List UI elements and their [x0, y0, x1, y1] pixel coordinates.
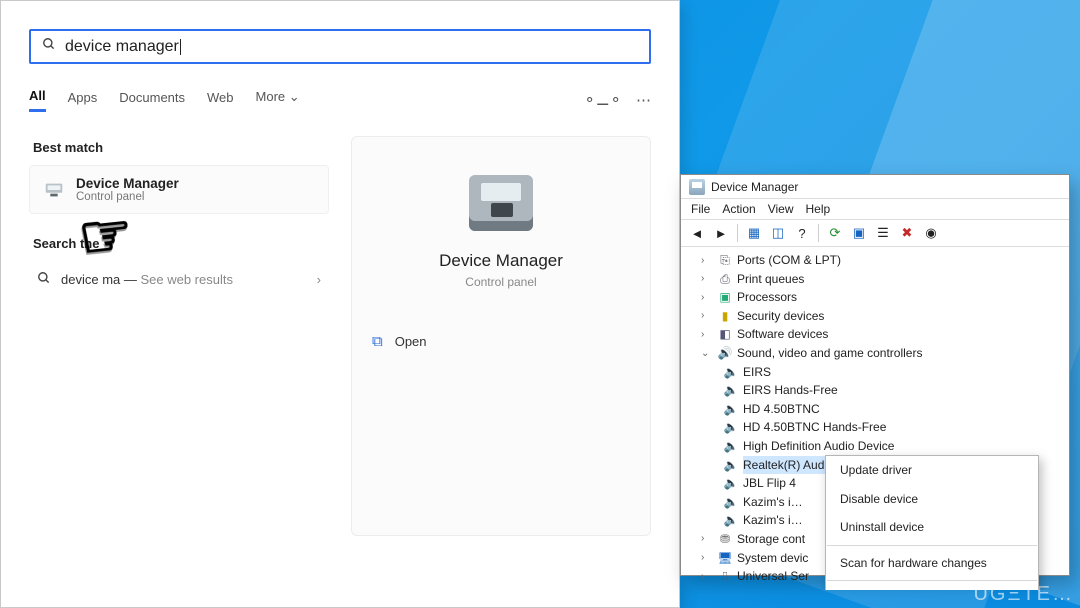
- speaker-icon: 🔈: [723, 514, 739, 528]
- search-icon: [41, 37, 57, 56]
- speaker-icon: 🔈: [723, 402, 739, 416]
- menu-bar: File Action View Help: [681, 199, 1069, 220]
- more-icon[interactable]: ⋯: [636, 91, 651, 109]
- search-tabs: All Apps Documents Web More ⌄ ⚬⚊⚬ ⋯: [29, 88, 651, 112]
- tree-category[interactable]: ›◧Software devices: [687, 325, 1067, 344]
- speaker-icon: 🔈: [723, 365, 739, 379]
- device-manager-window: Device Manager File Action View Help ◄ ►…: [680, 174, 1070, 576]
- properties-icon[interactable]: ◫: [768, 223, 788, 243]
- update-driver-icon[interactable]: ▣: [849, 223, 869, 243]
- tree-category-expanded[interactable]: ⌄🔊Sound, video and game controllers: [687, 344, 1067, 363]
- best-match-result[interactable]: Device Manager Control panel: [29, 165, 329, 214]
- back-icon[interactable]: ◄: [687, 223, 707, 243]
- uninstall-icon[interactable]: ✖: [897, 223, 917, 243]
- tab-apps[interactable]: Apps: [68, 90, 98, 111]
- speaker-icon: 🔈: [723, 458, 739, 472]
- ctx-disable-device[interactable]: Disable device: [826, 485, 1038, 514]
- security-icon: ▮: [717, 309, 733, 323]
- expand-icon[interactable]: ›: [701, 253, 713, 269]
- expand-icon[interactable]: ›: [701, 290, 713, 306]
- chevron-down-icon: ⌄: [289, 89, 300, 104]
- window-titlebar[interactable]: Device Manager: [681, 175, 1069, 199]
- list-icon[interactable]: ☰: [873, 223, 893, 243]
- tab-web[interactable]: Web: [207, 90, 234, 111]
- tree-device[interactable]: 🔈EIRS Hands-Free: [687, 381, 1067, 400]
- result-title: Device Manager: [76, 176, 179, 191]
- tree-device[interactable]: 🔈HD 4.50BTNC Hands-Free: [687, 418, 1067, 437]
- web-result-row[interactable]: device ma — See web results ›: [29, 265, 329, 294]
- search-box[interactable]: device manager: [29, 29, 651, 64]
- speaker-icon: 🔈: [723, 439, 739, 453]
- tab-more[interactable]: More ⌄: [256, 89, 300, 111]
- device-manager-large-icon: [469, 175, 533, 231]
- speaker-icon: 🔈: [723, 421, 739, 435]
- scan-icon[interactable]: ⟳: [825, 223, 845, 243]
- tree-category[interactable]: ›▮Security devices: [687, 307, 1067, 326]
- device-tree[interactable]: ›⎘Ports (COM & LPT) ›⎙Print queues ›▣Pro…: [681, 247, 1069, 590]
- ctx-uninstall-device[interactable]: Uninstall device: [826, 513, 1038, 542]
- device-manager-icon: [689, 179, 705, 195]
- ctx-separator: [827, 580, 1037, 581]
- system-icon: 🖥: [717, 551, 733, 565]
- search-the-web-label: Search the: [33, 236, 329, 251]
- menu-file[interactable]: File: [691, 202, 710, 216]
- speaker-icon: 🔈: [723, 383, 739, 397]
- expand-icon[interactable]: ›: [701, 550, 713, 566]
- speaker-icon: 🔈: [723, 495, 739, 509]
- preview-title: Device Manager: [439, 251, 563, 271]
- toolbar: ◄ ► ▦ ◫ ? ⟳ ▣ ☰ ✖ ◉: [681, 220, 1069, 247]
- expand-icon[interactable]: ›: [701, 569, 713, 585]
- ports-icon: ⎘: [717, 253, 733, 267]
- context-menu: Update driver Disable device Uninstall d…: [825, 455, 1039, 590]
- tree-category[interactable]: ›⎘Ports (COM & LPT): [687, 251, 1067, 270]
- software-icon: ◧: [717, 328, 733, 342]
- usb-icon: ⎍: [717, 569, 733, 583]
- chevron-right-icon: ›: [317, 272, 321, 287]
- ctx-update-driver[interactable]: Update driver: [826, 456, 1038, 485]
- window-title: Device Manager: [711, 180, 798, 194]
- search-query-text: device manager: [65, 38, 179, 56]
- search-icon: [37, 271, 51, 288]
- result-subtitle: Control panel: [76, 191, 179, 203]
- device-icon[interactable]: ◉: [921, 223, 941, 243]
- expand-icon[interactable]: ›: [701, 327, 713, 343]
- open-icon: ⧉: [372, 333, 383, 350]
- tree-device[interactable]: 🔈HD 4.50BTNC: [687, 400, 1067, 419]
- tab-documents[interactable]: Documents: [119, 90, 185, 111]
- expand-icon[interactable]: ›: [701, 531, 713, 547]
- preview-subtitle: Control panel: [465, 275, 536, 289]
- menu-view[interactable]: View: [768, 202, 794, 216]
- menu-action[interactable]: Action: [722, 202, 755, 216]
- best-match-label: Best match: [33, 140, 329, 155]
- forward-icon[interactable]: ►: [711, 223, 731, 243]
- tab-all[interactable]: All: [29, 88, 46, 112]
- ctx-separator: [827, 545, 1037, 546]
- tree-device[interactable]: 🔈EIRS: [687, 363, 1067, 382]
- result-preview-pane: Device Manager Control panel ⧉ Open: [351, 136, 651, 536]
- printer-icon: ⎙: [717, 272, 733, 286]
- speaker-icon: 🔈: [723, 476, 739, 490]
- storage-icon: ⛃: [717, 532, 733, 546]
- tree-device[interactable]: 🔈High Definition Audio Device: [687, 437, 1067, 456]
- expand-icon[interactable]: ›: [701, 308, 713, 324]
- share-icon[interactable]: ⚬⚊⚬: [583, 91, 622, 109]
- tree-category[interactable]: ›▣Processors: [687, 288, 1067, 307]
- collapse-icon[interactable]: ⌄: [701, 346, 713, 362]
- tree-category[interactable]: ›⎙Print queues: [687, 270, 1067, 289]
- ctx-scan-hardware[interactable]: Scan for hardware changes: [826, 549, 1038, 578]
- ctx-properties[interactable]: Properties: [826, 584, 1038, 589]
- device-manager-icon: [42, 178, 66, 202]
- show-hidden-icon[interactable]: ▦: [744, 223, 764, 243]
- help-icon[interactable]: ?: [792, 223, 812, 243]
- menu-help[interactable]: Help: [806, 202, 831, 216]
- sound-icon: 🔊: [717, 346, 733, 360]
- open-action[interactable]: ⧉ Open: [372, 333, 427, 350]
- cpu-icon: ▣: [717, 290, 733, 304]
- expand-icon[interactable]: ›: [701, 271, 713, 287]
- start-search-panel: device manager All Apps Documents Web Mo…: [0, 0, 680, 608]
